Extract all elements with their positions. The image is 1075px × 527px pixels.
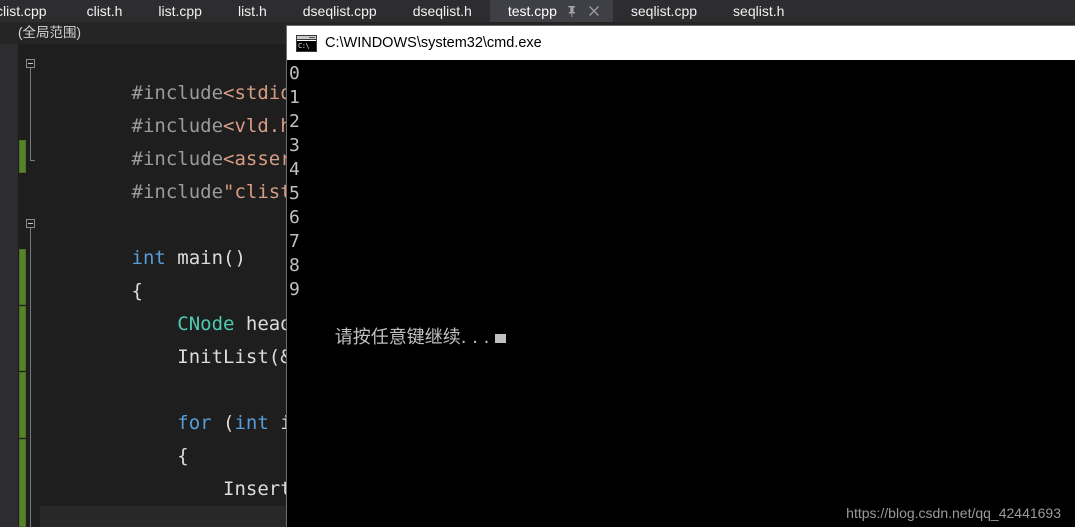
- change-bar-saved: [19, 372, 26, 438]
- tab-label: seqlist.h: [733, 3, 785, 19]
- console-prompt-text: 请按任意键继续. . .: [334, 327, 490, 348]
- tab-dseqlist-cpp[interactable]: dseqlist.cpp: [284, 0, 395, 22]
- fold-guide: [30, 228, 31, 527]
- console-line: 1: [289, 87, 300, 108]
- editor-tab-strip: clist.cpp clist.h list.cpp list.h dseqli…: [0, 0, 1075, 22]
- code-line: {: [131, 445, 189, 467]
- code-line: Insert_ta: [131, 478, 326, 500]
- console-line: 3: [289, 135, 300, 156]
- cmd-icon: C:\: [296, 34, 317, 52]
- code-line: #include<stdio.h>: [131, 82, 326, 104]
- code-line: }: [40, 473, 188, 527]
- change-bar-saved: [19, 306, 26, 371]
- console-line: 8: [289, 255, 300, 276]
- console-line: 5: [289, 183, 300, 204]
- tab-label: dseqlist.h: [412, 3, 472, 19]
- editor-gutter[interactable]: [0, 44, 18, 527]
- fold-toggle-includes[interactable]: [26, 59, 35, 68]
- console-caret: [495, 334, 507, 343]
- code-line: #include<vld.h>: [131, 115, 304, 137]
- vs-ide-window: clist.cpp clist.h list.cpp list.h dseqli…: [0, 0, 1075, 527]
- cmd-console-window[interactable]: C:\ C:\WINDOWS\system32\cmd.exe 0 1 2 3 …: [287, 26, 1075, 527]
- tab-label: list.cpp: [158, 3, 202, 19]
- code-line: {: [131, 280, 143, 302]
- tab-label: dseqlist.cpp: [302, 3, 377, 19]
- pin-icon[interactable]: [564, 3, 580, 19]
- console-prompt-line: 请按任意键继续. . .: [289, 302, 1075, 348]
- fold-guide-foot: [30, 160, 35, 161]
- tab-seqlist-h[interactable]: seqlist.h: [715, 0, 803, 22]
- tab-label: list.h: [237, 3, 267, 19]
- change-bar-saved: [19, 249, 26, 305]
- close-icon[interactable]: [586, 3, 602, 19]
- tab-label: test.cpp: [507, 3, 557, 19]
- console-line: 2: [289, 111, 300, 132]
- tab-clist-cpp[interactable]: clist.cpp: [0, 0, 69, 22]
- code-line: int main(): [131, 247, 246, 269]
- tab-list-h[interactable]: list.h: [219, 0, 285, 22]
- console-title-text: C:\WINDOWS\system32\cmd.exe: [325, 35, 542, 51]
- console-line: 9: [289, 279, 300, 300]
- watermark-text: https://blog.csdn.net/qq_42441693: [846, 505, 1061, 521]
- tab-icon-group: [560, 0, 613, 22]
- tab-label: seqlist.cpp: [630, 3, 698, 19]
- code-line: CNode head;: [131, 313, 304, 335]
- code-line: #include"clist.h": [131, 181, 326, 203]
- tab-label: clist.cpp: [0, 3, 47, 19]
- console-line: 6: [289, 207, 300, 228]
- change-bar-saved: [19, 439, 26, 527]
- scope-label: (全局范围): [18, 25, 81, 40]
- console-output-area[interactable]: 0 1 2 3 4 5 6 7 8 9 请按任意键继续. . .: [287, 60, 1075, 527]
- console-line: 4: [289, 159, 300, 180]
- console-line: 7: [289, 231, 300, 252]
- console-line: 0: [289, 63, 300, 84]
- change-indicator-column: [19, 44, 26, 527]
- tab-clist-h[interactable]: clist.h: [68, 0, 141, 22]
- tab-test-cpp-active[interactable]: test.cpp: [489, 0, 561, 22]
- tab-label: clist.h: [86, 3, 123, 19]
- tab-dseqlist-h[interactable]: dseqlist.h: [394, 0, 490, 22]
- tab-list-cpp[interactable]: list.cpp: [140, 0, 220, 22]
- console-title-bar[interactable]: C:\ C:\WINDOWS\system32\cmd.exe: [287, 26, 1075, 60]
- change-bar-saved: [19, 140, 26, 173]
- fold-guide: [30, 68, 31, 160]
- tab-seqlist-cpp[interactable]: seqlist.cpp: [612, 0, 716, 22]
- cmd-icon-label: C:\: [297, 40, 316, 51]
- fold-toggle-main[interactable]: [26, 219, 35, 228]
- code-line: for (int i=0;: [131, 412, 326, 434]
